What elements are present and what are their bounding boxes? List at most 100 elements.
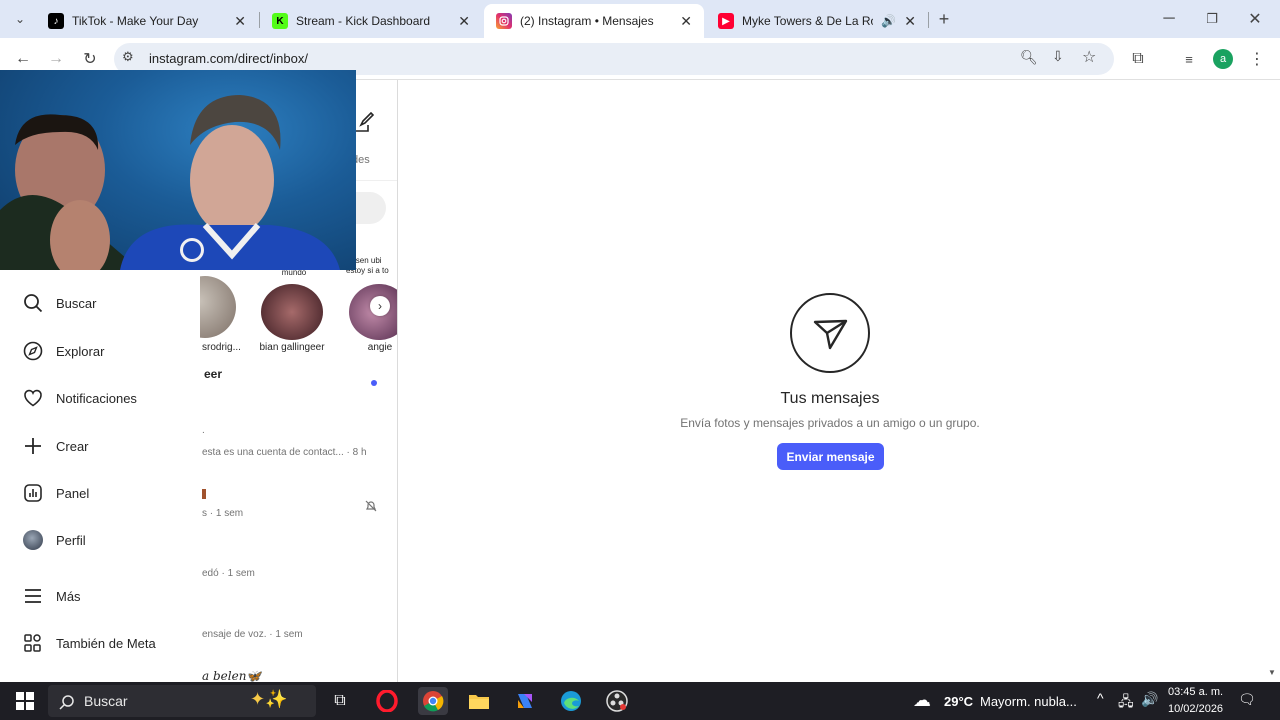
thread-preview[interactable]: s · 1 sem [202, 508, 243, 519]
nav-label: Notificaciones [56, 390, 137, 406]
nav-item-explore[interactable]: Explorar [22, 339, 104, 363]
windows-taskbar: Buscar ✦✨ ⧉ ☁ 29°C Mayorm. nubla... ^ 🖧 … [0, 682, 1280, 720]
nav-label: Crear [56, 438, 89, 454]
nav-item-dashboard[interactable]: Panel [22, 481, 89, 505]
task-view-icon[interactable]: ⧉ [325, 687, 355, 715]
taskbar-search-placeholder: Buscar [84, 693, 128, 709]
nav-label: Explorar [56, 343, 105, 359]
tab-title: Myke Towers & De La Rose [742, 14, 873, 28]
file-explorer-icon[interactable] [464, 687, 494, 715]
story-username: srodrig... [202, 342, 241, 353]
unread-dot [371, 380, 377, 386]
edge-icon[interactable] [556, 687, 586, 715]
clock-date[interactable]: 10/02/2026 [1168, 703, 1223, 715]
tab-tiktok[interactable]: ♪ TikTok - Make Your Day ✕ [36, 4, 258, 38]
instagram-sidebar: Buscar Explorar Notificaciones Crear Pan… [0, 270, 200, 682]
thread-name[interactable]: eer [204, 367, 222, 381]
next-chevron-icon[interactable]: › [370, 296, 390, 316]
send-message-circle [790, 293, 870, 373]
window-close-icon[interactable]: ✕ [1244, 8, 1266, 30]
tab-kick[interactable]: K Stream - Kick Dashboard ✕ [260, 4, 482, 38]
close-icon[interactable]: ✕ [234, 13, 246, 30]
webcam-overlay [0, 70, 356, 270]
media-controls-icon[interactable]: ≡ [1178, 48, 1200, 70]
taskbar-search[interactable]: Buscar ✦✨ [48, 685, 316, 717]
nav-label: Buscar [56, 295, 97, 311]
messages-main-pane: Tus mensajes Envía fotos y mensajes priv… [399, 80, 1270, 682]
back-arrow-icon[interactable]: ← [12, 48, 34, 70]
bookmark-star-icon[interactable]: ☆ [1082, 47, 1096, 67]
nav-label: Más [56, 588, 81, 604]
extensions-icon[interactable]: ⧉ [1127, 48, 1149, 70]
forward-arrow-icon[interactable]: → [45, 48, 67, 70]
heart-icon [22, 387, 44, 409]
thread-preview[interactable]: edó · 1 sem [202, 568, 255, 579]
opera-icon[interactable] [372, 687, 402, 715]
plus-icon [22, 435, 44, 457]
tab-search-chevron-icon[interactable]: ⌄ [9, 8, 31, 30]
url-text: instagram.com/direct/inbox/ [149, 51, 308, 66]
volume-icon[interactable]: 🔊 [1141, 691, 1158, 708]
story-username: bian gallingeer [259, 342, 325, 353]
instagram-icon [496, 13, 512, 29]
site-info-icon[interactable]: ⚙ [122, 49, 134, 65]
weather-description[interactable]: Mayorm. nubla... [980, 694, 1077, 709]
nav-item-create[interactable]: Crear [22, 434, 89, 458]
browser-tab-strip: ⌄ ♪ TikTok - Make Your Day ✕ K Stream - … [0, 0, 1280, 38]
scroll-down-arrow-icon[interactable]: ▼ [1268, 668, 1276, 677]
tab-instagram[interactable]: (2) Instagram • Mensajes ✕ [484, 4, 704, 38]
thread-preview[interactable]: ensaje de voz. · 1 sem [202, 629, 303, 640]
kick-icon: K [272, 13, 288, 29]
webcam-video [0, 95, 340, 270]
nav-item-profile[interactable]: Perfil [22, 528, 86, 552]
meta-icon [22, 632, 44, 654]
cloud-icon: ☁ [913, 690, 931, 710]
profile-avatar[interactable]: a [1213, 49, 1233, 69]
nav-label: También de Meta [56, 635, 156, 651]
speaker-icon[interactable]: 🔊 [881, 14, 896, 28]
chrome-icon[interactable] [418, 687, 448, 715]
tray-chevron-icon[interactable]: ^ [1097, 690, 1104, 706]
new-tab-plus-icon[interactable]: + [933, 8, 955, 30]
nav-label: Perfil [56, 532, 86, 548]
reload-icon[interactable]: ↻ [79, 48, 101, 70]
close-icon[interactable]: ✕ [904, 13, 916, 30]
nav-label: Panel [56, 485, 90, 501]
tab-youtube[interactable]: ▶ Myke Towers & De La Rose 🔊 ✕ [706, 4, 928, 38]
send-message-button[interactable]: Enviar mensaje [777, 443, 884, 470]
notifications-icon[interactable]: 🗨 [1238, 691, 1256, 708]
menu-icon [22, 585, 44, 607]
story-username: angie [367, 342, 393, 353]
thread-preview[interactable]: esta es una cuenta de contact... · 8 h [202, 447, 367, 458]
avatar [22, 529, 44, 551]
search-icon [59, 695, 74, 710]
close-icon[interactable]: ✕ [458, 13, 470, 30]
nav-item-also-from-meta[interactable]: También de Meta [22, 631, 156, 655]
weather-temperature[interactable]: 29°C [944, 694, 973, 709]
nav-item-more[interactable]: Más [22, 584, 81, 608]
empty-state-title: Tus mensajes [780, 390, 880, 407]
tab-title: (2) Instagram • Mensajes [520, 14, 654, 28]
tab-title: TikTok - Make Your Day [72, 14, 199, 28]
network-icon[interactable]: 🖧 [1118, 691, 1134, 715]
tiktok-icon: ♪ [48, 13, 64, 29]
story-avatar[interactable] [261, 284, 323, 340]
minimize-icon[interactable]: ─ [1158, 8, 1180, 30]
more-menu-icon[interactable]: ⋮ [1246, 48, 1268, 70]
clock-time[interactable]: 03:45 a. m. [1168, 686, 1223, 698]
thread-name[interactable]: . [202, 425, 205, 436]
copilot-icon[interactable] [510, 687, 540, 715]
empty-state-subtitle: Envía fotos y mensajes privados a un ami… [680, 416, 980, 430]
restore-icon[interactable]: ❐ [1201, 8, 1223, 30]
close-icon[interactable]: ✕ [680, 13, 692, 30]
windows-start-icon[interactable] [10, 687, 40, 715]
install-app-icon[interactable]: ⇩ [1052, 48, 1064, 65]
thread-name[interactable]: a belen🦋 [202, 669, 261, 682]
zoom-icon[interactable]: 🔍︎ [1020, 49, 1038, 66]
sparkle-icon: ✦✨ [250, 689, 288, 709]
youtube-icon: ▶ [718, 13, 734, 29]
nav-item-notifications[interactable]: Notificaciones [22, 386, 137, 410]
story-avatar[interactable] [200, 276, 236, 338]
nav-item-search[interactable]: Buscar [22, 291, 96, 315]
obs-icon[interactable] [602, 687, 632, 715]
